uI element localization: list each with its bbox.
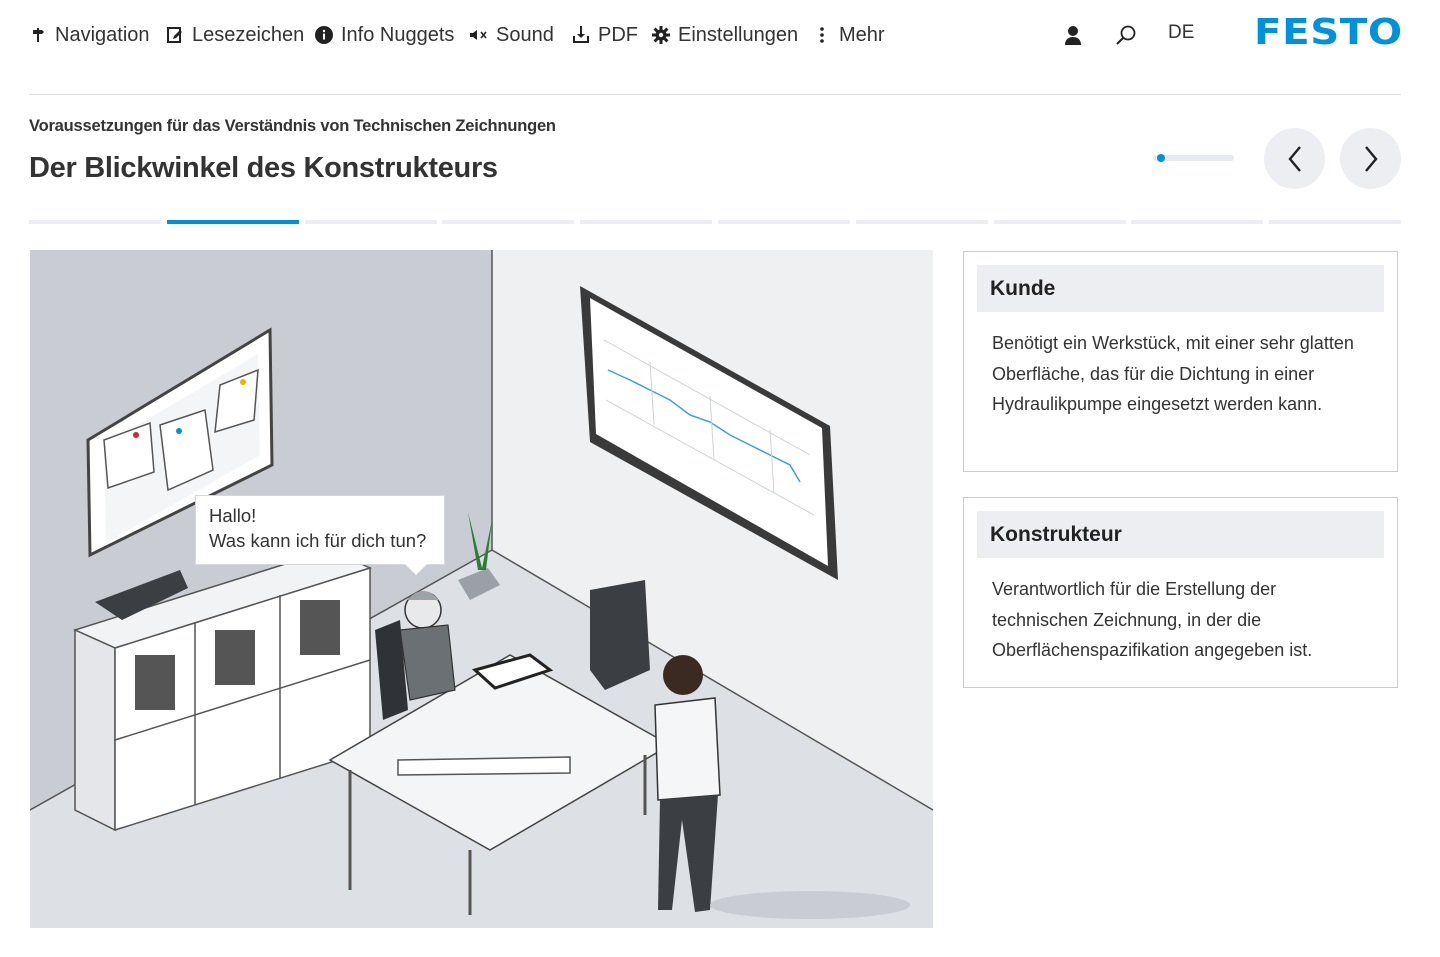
- chapter-subtitle: Voraussetzungen für das Verständnis von …: [29, 117, 556, 135]
- nav-pdf-button[interactable]: PDF: [571, 20, 638, 50]
- top-navigation: Navigation Lesezeichen Info Nuggets Soun…: [0, 0, 1440, 70]
- header-divider: [29, 94, 1401, 95]
- card-title: Konstrukteur: [977, 511, 1384, 558]
- step-tab[interactable]: [856, 220, 988, 224]
- previous-button[interactable]: [1264, 128, 1325, 189]
- signpost-icon: [28, 27, 48, 43]
- next-button[interactable]: [1340, 128, 1401, 189]
- step-tab[interactable]: [994, 220, 1126, 224]
- festo-logo[interactable]: FESTO: [1254, 12, 1403, 53]
- progress-bar: [1153, 154, 1234, 162]
- speech-line-1: Hallo!: [209, 505, 257, 526]
- language-selector[interactable]: DE: [1168, 22, 1194, 44]
- step-tab[interactable]: [580, 220, 712, 224]
- card-title: Kunde: [977, 265, 1384, 312]
- nav-sound-label: Sound: [496, 23, 554, 46]
- more-vertical-icon: [812, 26, 832, 44]
- step-tab[interactable]: [305, 220, 437, 224]
- step-tab[interactable]: [1269, 220, 1401, 224]
- user-account-icon[interactable]: [1061, 22, 1085, 48]
- nav-sound-button[interactable]: Sound: [469, 20, 554, 50]
- role-card-constructor: Konstrukteur Verantwortlich für die Erst…: [963, 497, 1398, 688]
- speech-line-2: Was kann ich für dich tun?: [209, 530, 427, 551]
- nav-navigation-label: Navigation: [55, 23, 150, 46]
- gear-icon: [651, 26, 671, 44]
- page-title: Der Blickwinkel des Konstrukteurs: [29, 152, 498, 184]
- search-icon[interactable]: [1113, 22, 1139, 48]
- step-tab[interactable]: [442, 220, 574, 224]
- step-tabs: [29, 220, 1401, 225]
- nav-pdf-label: PDF: [598, 23, 638, 46]
- progress-indicator: [1157, 154, 1165, 162]
- pdf-download-icon: [571, 26, 591, 44]
- role-card-customer: Kunde Benötigt ein Werkstück, mit einer …: [963, 251, 1398, 472]
- speech-bubble: Hallo! Was kann ich für dich tun?: [196, 496, 444, 564]
- step-tab[interactable]: [29, 220, 161, 224]
- nav-navigation-button[interactable]: Navigation: [28, 20, 150, 50]
- speech-bubble-tail: [404, 563, 428, 575]
- nav-info-nuggets-label: Info Nuggets: [341, 23, 455, 46]
- sound-muted-icon: [469, 28, 489, 42]
- step-tab[interactable]: [1131, 220, 1263, 224]
- nav-bookmarks-label: Lesezeichen: [192, 23, 305, 46]
- nav-settings-button[interactable]: Einstellungen: [651, 20, 798, 50]
- office-chair: [590, 580, 650, 690]
- step-tab[interactable]: [718, 220, 850, 224]
- nav-more-label: Mehr: [839, 23, 885, 46]
- step-tab[interactable]: [167, 220, 299, 224]
- info-icon: [314, 26, 334, 44]
- nav-more-button[interactable]: Mehr: [812, 20, 885, 50]
- bookmark-edit-icon: [165, 26, 185, 44]
- chevron-right-icon: [1364, 145, 1378, 172]
- nav-info-nuggets-button[interactable]: Info Nuggets: [314, 20, 454, 50]
- card-text: Benötigt ein Werkstück, mit einer sehr g…: [992, 333, 1354, 414]
- chevron-left-icon: [1287, 145, 1301, 172]
- nav-settings-label: Einstellungen: [678, 23, 799, 46]
- card-text: Verantwortlich für die Erstellung der te…: [992, 579, 1313, 660]
- office-illustration: [30, 250, 933, 928]
- nav-bookmarks-button[interactable]: Lesezeichen: [165, 20, 304, 50]
